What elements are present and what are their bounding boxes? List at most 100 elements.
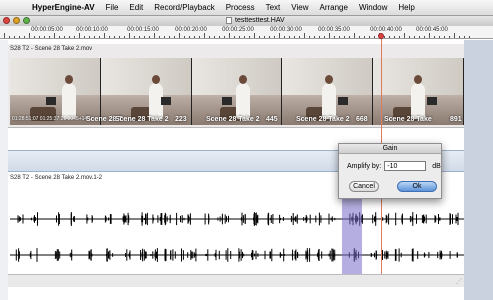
video-frame [10,58,101,125]
amplify-unit: dB [432,162,441,170]
ruler-tick [49,36,50,38]
ruler-tick [389,36,390,38]
ruler-tick [334,36,335,38]
ruler-tick [139,36,140,38]
ruler-tick [454,33,455,38]
ruler-tick [9,36,10,38]
ruler-label: 00:00:25:00 [222,27,254,33]
menu-view[interactable]: View [291,3,308,12]
minimize-window-icon[interactable] [13,17,20,24]
ruler-tick [24,36,25,38]
ruler-tick [419,36,420,38]
ruler-tick [444,36,445,38]
audio-waveform-channel-2 [10,248,464,262]
ruler-tick [189,36,190,38]
amplify-row: Amplify by: -10 dB [347,161,441,171]
ruler-tick [324,36,325,38]
video-track-label: S28 T2 - Scene 28 Take 2.mov [10,46,93,52]
menu-arrange[interactable]: Arrange [319,3,347,12]
ruler-tick [354,33,355,38]
ruler-tick [99,36,100,38]
amplify-input[interactable]: -10 [384,161,427,171]
ruler-tick [14,36,15,38]
video-thumbnail-strip[interactable] [10,58,464,125]
ruler-tick [69,36,70,38]
ruler-tick [294,36,295,38]
ruler-tick [39,36,40,38]
close-window-icon[interactable] [3,17,10,24]
playhead-handle[interactable] [378,33,384,39]
menu-edit[interactable]: Edit [129,3,143,12]
timeline-ruler[interactable]: 00:00:05:00 00:00:10:00 00:00:15:00 00:0… [0,26,493,39]
ruler-label: 00:00:35:00 [318,27,350,33]
ruler-tick [289,36,290,38]
right-panel [464,40,493,300]
audio-track-label: S28 T2 - Scene 28 Take 2.mov.1-2 [10,175,103,181]
ruler-tick [199,36,200,38]
ruler-tick [459,36,460,38]
window-controls [3,17,30,24]
ruler-tick [369,36,370,38]
video-frame [100,58,192,125]
menu-process[interactable]: Process [226,3,255,12]
ruler-tick [254,33,255,38]
ruler-tick [424,36,425,38]
ruler-tick [309,36,310,38]
window-titlebar: testtesttest.HAV [0,16,493,26]
menu-app-name[interactable]: HyperEngine-AV [32,3,95,12]
ruler-tick [59,36,60,38]
ruler-tick [194,36,195,38]
ok-button[interactable]: Ok [397,181,437,192]
ruler-tick [154,33,155,38]
ruler-tick [34,36,35,38]
menu-help[interactable]: Help [398,3,414,12]
menu-window[interactable]: Window [359,3,387,12]
ruler-tick [249,36,250,38]
ruler-tick [94,36,95,38]
cancel-button[interactable]: Cancel [349,181,379,192]
ruler-label: 00:00:40:00 [370,27,402,33]
ruler-tick [339,36,340,38]
ruler-tick [204,33,205,38]
amplify-label: Amplify by: [347,162,382,170]
ruler-tick [329,33,330,38]
ruler-label: 00:00:45:00 [416,27,448,33]
menu-file[interactable]: File [106,3,119,12]
ruler-tick [349,36,350,38]
zoom-window-icon[interactable] [23,17,30,24]
ruler-tick [209,36,210,38]
menu-record-playback[interactable]: Record/Playback [154,3,214,12]
ruler-tick [259,36,260,38]
ruler-tick [414,36,415,38]
ruler-tick [144,36,145,38]
menu-text[interactable]: Text [266,3,281,12]
ruler-tick [29,33,30,38]
ruler-tick [319,36,320,38]
video-frame [373,58,464,125]
ruler-tick [104,33,105,38]
ruler-tick [264,36,265,38]
gain-dialog: Gain Amplify by: -10 dB Cancel Ok [338,143,442,199]
ruler-tick [184,36,185,38]
ruler-tick [164,36,165,38]
ruler-tick [179,33,180,38]
ruler-tick [409,36,410,38]
resize-grip-icon[interactable]: ⋰ [456,278,462,285]
ruler-tick [439,36,440,38]
video-frame [282,58,374,125]
ruler-tick [399,36,400,38]
video-frame [191,58,283,125]
ruler-tick [314,36,315,38]
left-gutter [0,40,8,300]
ruler-tick [4,33,5,38]
ruler-tick [64,36,65,38]
ruler-tick [464,36,465,38]
ruler-tick [19,36,20,38]
ruler-tick [54,33,55,38]
ruler-tick [114,36,115,38]
ruler-tick [44,36,45,38]
horizontal-scrollbar[interactable]: ⋰ [8,274,464,287]
ruler-label: 00:00:30:00 [270,27,302,33]
ruler-tick [159,36,160,38]
ruler-tick [149,36,150,38]
